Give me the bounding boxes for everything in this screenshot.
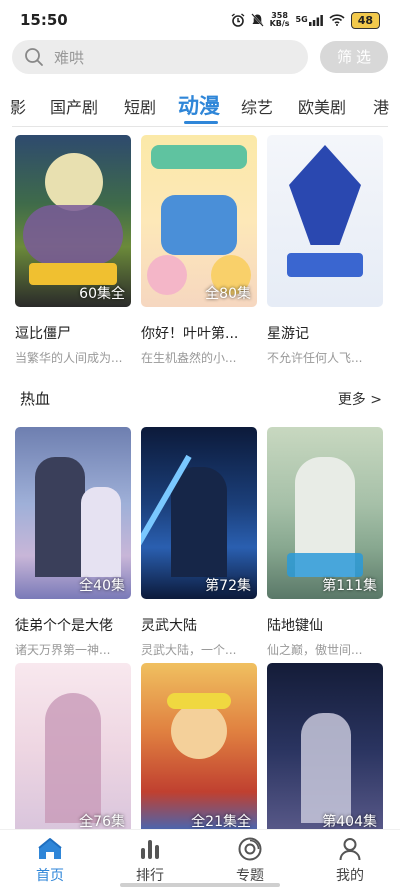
tab-western-drama[interactable]: 欧美剧	[298, 94, 346, 118]
nav-label: 专题	[236, 868, 264, 884]
wifi-icon	[329, 14, 345, 26]
card-desc: 灵武大陆，一个...	[141, 643, 237, 657]
card-title: 灵武大陆	[141, 618, 197, 634]
video-card[interactable]: 全21集全	[141, 663, 257, 835]
nav-home[interactable]: 首页	[0, 830, 100, 889]
category-tabs: 影 国产剧 短剧 动漫 综艺 欧美剧 港	[0, 85, 400, 125]
signal-icon	[308, 14, 323, 26]
card-desc: 不允许任何人飞...	[267, 351, 363, 365]
active-tab-indicator	[184, 121, 218, 124]
status-time: 15:50	[20, 11, 68, 29]
video-card[interactable]: 60集全 逗比僵尸 当繁华的人间成为...	[15, 135, 131, 366]
card-title: 你好！叶叶第...	[141, 326, 239, 342]
card-title: 逗比僵尸	[15, 326, 71, 342]
episode-badge: 全80集	[205, 286, 251, 302]
tabs-divider	[12, 126, 388, 127]
card-desc: 在生机盎然的小...	[141, 351, 237, 365]
card-title: 陆地键仙	[267, 618, 323, 634]
alarm-icon	[231, 13, 244, 27]
tab-movie[interactable]: 影	[10, 94, 26, 118]
card-desc: 诸天万界第一神...	[15, 643, 111, 657]
poster-image	[267, 135, 383, 307]
filter-button[interactable]: 筛选	[320, 41, 388, 73]
card-title: 徒弟个个是大佬	[15, 618, 113, 634]
poster-image: 全80集	[141, 135, 257, 307]
nav-ranking[interactable]: 排行	[100, 830, 200, 889]
tab-anime[interactable]: 动漫	[178, 90, 220, 120]
topic-icon	[238, 837, 262, 861]
tab-hk-drama[interactable]: 港	[373, 94, 389, 118]
poster-image: 60集全	[15, 135, 131, 307]
poster-image: 全21集全	[141, 663, 257, 835]
episode-badge: 第111集	[322, 578, 377, 594]
video-card[interactable]: 全80集 你好！叶叶第... 在生机盎然的小...	[141, 135, 257, 366]
video-card[interactable]: 第404集	[267, 663, 383, 835]
gesture-bar[interactable]	[120, 883, 280, 887]
episode-badge: 第72集	[205, 578, 251, 594]
nav-label: 首页	[36, 868, 64, 884]
poster-image: 全76集	[15, 663, 131, 835]
video-card[interactable]: 全76集	[15, 663, 131, 835]
tab-domestic-drama[interactable]: 国产剧	[50, 94, 98, 118]
ranking-icon	[141, 840, 159, 859]
signal-label: 5G	[295, 14, 308, 24]
net-speed-unit: KB/s	[269, 19, 290, 28]
poster-image: 第72集	[141, 427, 257, 599]
video-card[interactable]: 全40集 徒弟个个是大佬 诸天万界第一神...	[15, 427, 131, 658]
nav-profile[interactable]: 我的	[300, 830, 400, 889]
battery-indicator: 48	[350, 11, 380, 29]
episode-badge: 全76集	[79, 814, 125, 830]
video-card[interactable]: 第72集 灵武大陆 灵武大陆，一个...	[141, 427, 257, 658]
profile-icon	[339, 838, 361, 861]
episode-badge: 全21集全	[191, 814, 251, 830]
card-title: 星游记	[267, 326, 309, 342]
card-desc: 仙之巅，傲世间...	[267, 643, 363, 657]
section-title: 热血	[20, 390, 51, 408]
net-speed: 358 KB/s	[270, 12, 290, 28]
nav-topics[interactable]: 专题	[200, 830, 300, 889]
status-bar: 15:50 358 KB/s 5G 48	[0, 0, 400, 40]
nav-label: 排行	[136, 868, 164, 884]
poster-image: 全40集	[15, 427, 131, 599]
mute-icon	[250, 13, 264, 27]
episode-badge: 第404集	[322, 814, 377, 830]
poster-image: 第111集	[267, 427, 383, 599]
home-icon	[38, 838, 62, 859]
video-card[interactable]: 星游记 不允许任何人飞...	[267, 135, 383, 366]
card-desc: 当繁华的人间成为...	[15, 351, 123, 365]
episode-badge: 60集全	[79, 286, 125, 302]
bottom-nav: 首页 排行 专题 我的	[0, 829, 400, 889]
nav-label: 我的	[336, 868, 364, 884]
more-link[interactable]: 更多 >	[338, 389, 382, 409]
video-card[interactable]: 第111集 陆地键仙 仙之巅，傲世间...	[267, 427, 383, 658]
status-icons: 358 KB/s 5G 48	[231, 11, 380, 29]
search-placeholder: 难哄	[54, 48, 85, 67]
poster-image: 第404集	[267, 663, 383, 835]
signal-block: 5G	[295, 14, 323, 26]
search-input[interactable]: 难哄	[12, 40, 308, 74]
tab-variety[interactable]: 综艺	[241, 94, 273, 118]
section-header: 热血 更多 >	[20, 388, 382, 409]
episode-badge: 全40集	[79, 578, 125, 594]
tab-short-drama[interactable]: 短剧	[124, 94, 156, 118]
search-icon	[25, 48, 43, 66]
